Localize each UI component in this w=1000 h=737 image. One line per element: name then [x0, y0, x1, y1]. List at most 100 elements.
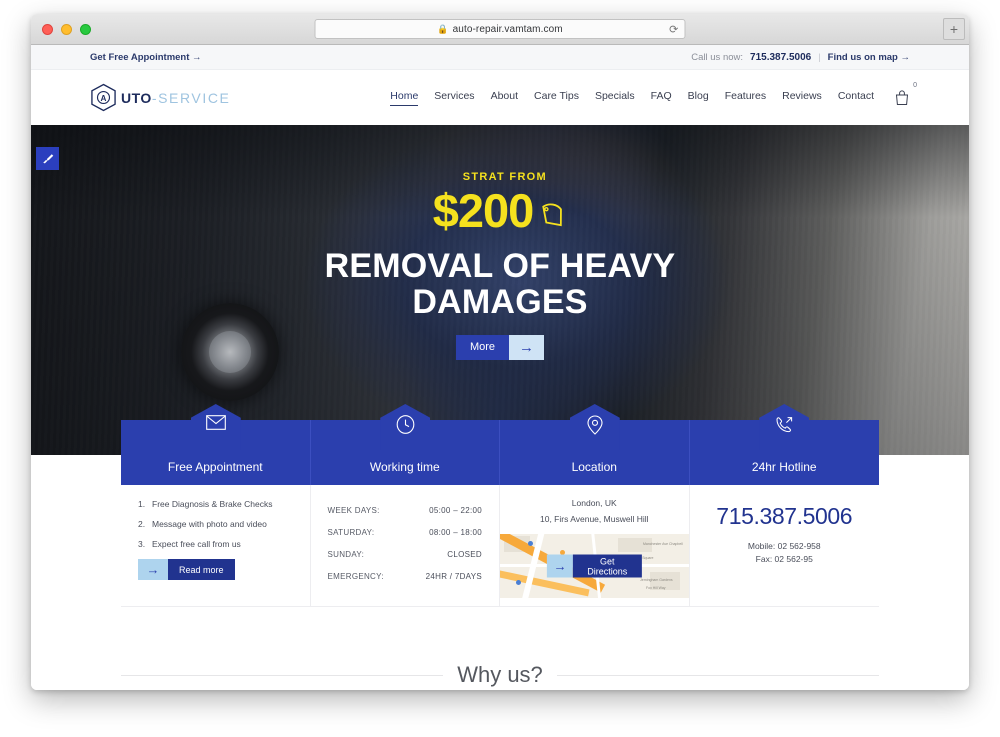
hours-value: 24HR / 7DAYS: [425, 571, 482, 581]
envelope-icon: [205, 415, 226, 430]
map-marker: [516, 580, 521, 585]
list-item: Free Diagnosis & Brake Checks: [138, 499, 273, 509]
reload-icon[interactable]: ⟳: [669, 23, 678, 36]
topbar-left: Get Free Appointment →: [90, 52, 202, 63]
read-more-label: Read more: [168, 559, 235, 580]
get-free-appointment-link[interactable]: Get Free Appointment →: [90, 52, 202, 63]
appointment-feature-list: Free Diagnosis & Brake Checks Message wi…: [138, 499, 293, 549]
info-columns: Free Appointment Free Diagnosis & Brake …: [121, 404, 879, 607]
topbar-phone[interactable]: 715.387.5006: [750, 52, 811, 63]
info-column-hotline: 24hr Hotline 715.387.5006 Mobile: 02 562…: [689, 404, 879, 607]
price-tag-icon: [542, 203, 563, 227]
window-traffic-lights[interactable]: [42, 23, 91, 35]
map-label: Fox Hill Way: [646, 586, 666, 590]
page-content: Get Free Appointment → Call us now: 715.…: [31, 45, 969, 690]
map-pin-icon: [587, 415, 603, 435]
maximize-window-button[interactable]: [80, 23, 91, 35]
nav-item-care-tips[interactable]: Care Tips: [534, 90, 579, 105]
hours-label: EMERGENCY:: [327, 571, 384, 581]
minimize-window-button[interactable]: [61, 23, 72, 35]
logo-text-bold: UTO: [121, 89, 152, 106]
call-us-label: Call us now:: [691, 51, 744, 63]
table-row: EMERGENCY: 24HR / 7DAYS: [328, 565, 483, 587]
hero-eyebrow: STRAT FROM: [462, 171, 548, 183]
list-item: Message with photo and video: [138, 519, 267, 529]
nav-item-home[interactable]: Home: [390, 90, 419, 106]
hero-content: STRAT FROM $200 REMOVAL OF HEAVY DAMAGES…: [31, 125, 969, 455]
hero-title: REMOVAL OF HEAVY DAMAGES: [324, 247, 676, 322]
hexagon-logo-icon: A: [91, 83, 116, 112]
topbar-separator: |: [818, 51, 821, 63]
cart-count-badge: 0: [913, 82, 917, 89]
hero-price: $200: [432, 184, 535, 237]
hours-value: 08:00 – 18:00: [429, 527, 482, 537]
hours-label: SUNDAY:: [327, 549, 365, 559]
nav-item-reviews[interactable]: Reviews: [782, 90, 822, 105]
arrow-right-icon: →: [138, 559, 168, 580]
find-us-on-map-link[interactable]: Find us on map →: [828, 52, 910, 63]
hero-more-button[interactable]: More →: [455, 334, 545, 360]
location-map-thumbnail[interactable]: Manchester Ave Chapbell Rochfort Square …: [500, 534, 689, 598]
topbar-right: Call us now: 715.387.5006 | Find us on m…: [691, 52, 910, 63]
hero-banner: STRAT FROM $200 REMOVAL OF HEAVY DAMAGES…: [31, 125, 969, 455]
nav-item-contact[interactable]: Contact: [838, 90, 874, 105]
hours-label: SATURDAY:: [327, 527, 375, 537]
divider-right: [556, 674, 879, 676]
get-directions-label: Get Directions: [573, 554, 642, 578]
nav-item-features[interactable]: Features: [725, 90, 766, 105]
shopping-bag-icon: [895, 90, 909, 105]
cart-button[interactable]: 0: [894, 82, 917, 106]
site-header: A UTO-SERVICE Home Services About Care T…: [31, 70, 969, 125]
nav-item-blog[interactable]: Blog: [688, 90, 709, 105]
hero-price-row: STRAT FROM $200: [432, 171, 568, 237]
hours-label: WEEK DAYS:: [327, 505, 380, 515]
map-label: Manchester Ave Chapbell: [643, 542, 683, 546]
table-row: SATURDAY: 08:00 – 18:00: [328, 521, 483, 543]
hotline-title: 24hr Hotline: [751, 460, 817, 474]
page-title: Why us?: [457, 662, 543, 687]
map-marker: [528, 541, 533, 546]
location-address-block: London, UK 10, Firs Avenue, Muswell Hill: [500, 485, 689, 534]
location-title: Location: [571, 460, 617, 474]
table-row: WEEK DAYS: 05:00 – 22:00: [328, 499, 483, 521]
read-more-button[interactable]: → Read more: [138, 559, 293, 580]
appointment-body: Free Diagnosis & Brake Checks Message wi…: [121, 485, 311, 607]
location-city: London, UK: [571, 498, 617, 508]
working-time-title: Working time: [369, 460, 440, 474]
hero-more-label: More: [455, 334, 510, 360]
site-logo[interactable]: A UTO-SERVICE: [90, 83, 230, 112]
nav-item-faq[interactable]: FAQ: [651, 90, 672, 105]
info-column-appointment: Free Appointment Free Diagnosis & Brake …: [121, 404, 311, 607]
logo-text-light: -SERVICE: [151, 89, 231, 106]
table-row: SUNDAY: CLOSED: [328, 543, 483, 565]
location-body: London, UK 10, Firs Avenue, Muswell Hill: [500, 485, 690, 607]
why-us-section: Why us?: [121, 662, 879, 688]
clock-icon: [396, 415, 415, 434]
url-text: auto-repair.vamtam.com: [452, 23, 563, 35]
nav-item-specials[interactable]: Specials: [595, 90, 635, 105]
browser-window: 🔒 auto-repair.vamtam.com ⟳ + Get Free Ap…: [31, 14, 969, 690]
location-address: 10, Firs Avenue, Muswell Hill: [540, 514, 649, 524]
close-window-button[interactable]: [42, 23, 53, 35]
hotline-mobile: Mobile: 02 562-958: [747, 541, 821, 551]
info-column-location: Location London, UK 10, Firs Avenue, Mus…: [500, 404, 690, 607]
nav-item-about[interactable]: About: [491, 90, 518, 105]
map-label: Jerningham Gardens: [640, 578, 673, 582]
hotline-fax: Fax: 02 562-95: [755, 554, 813, 564]
get-directions-button[interactable]: → Get Directions: [547, 554, 642, 578]
hours-value: CLOSED: [447, 549, 482, 559]
appointment-title: Free Appointment: [167, 460, 263, 474]
hotline-phone-number[interactable]: 715.387.5006: [707, 503, 863, 530]
hotline-secondary-numbers: Mobile: 02 562-958 Fax: 02 562-95: [707, 541, 863, 564]
working-hours-table: WEEK DAYS: 05:00 – 22:00 SATURDAY: 08:00…: [328, 499, 483, 587]
nav-item-services[interactable]: Services: [434, 90, 474, 105]
divider-left: [121, 674, 444, 676]
info-column-working-time: Working time WEEK DAYS: 05:00 – 22:00 SA…: [310, 404, 500, 607]
svg-text:A: A: [101, 94, 107, 103]
new-tab-button[interactable]: +: [943, 18, 965, 40]
lock-icon: 🔒: [437, 23, 449, 34]
list-item: Expect free call from us: [138, 539, 241, 549]
address-bar[interactable]: 🔒 auto-repair.vamtam.com ⟳: [314, 19, 686, 39]
logo-wordmark: UTO-SERVICE: [121, 90, 230, 106]
hours-value: 05:00 – 22:00: [429, 505, 482, 515]
